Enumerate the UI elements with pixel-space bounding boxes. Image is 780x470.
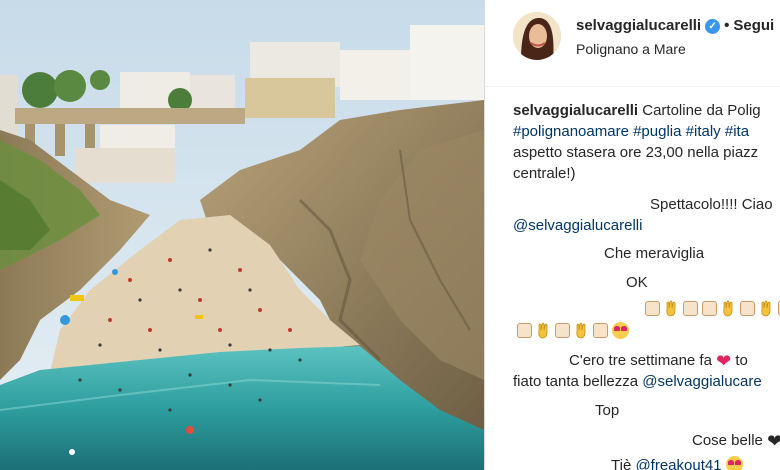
square-emoji-icon <box>645 301 660 316</box>
heart-eyes-icon <box>725 456 743 470</box>
ok-hand-icon <box>761 300 771 317</box>
post-author: selvaggialucarelli ✓ • Segui <box>576 17 774 34</box>
comment: Top <box>595 402 620 419</box>
hashtag-link[interactable]: #italy <box>686 123 721 140</box>
comment: Tiè @freakout41 <box>611 456 743 470</box>
username-link[interactable]: selvaggialucarelli <box>576 17 701 34</box>
comment-text: C'ero tre settimane fa <box>569 352 712 369</box>
comment-text: fiato tanta bellezza <box>513 373 639 390</box>
square-emoji-icon <box>683 301 698 316</box>
mention-link[interactable]: @selvaggialucare <box>642 373 761 390</box>
heart-icon: ❤ <box>716 351 732 371</box>
comment-text: Cose belle <box>692 432 763 449</box>
comment: Cose belle ❤ <box>692 431 780 452</box>
caption-line: aspetto stasera ore 23,00 nella piazz <box>513 144 759 161</box>
comment: Spettacolo!!!! Ciao <box>650 196 773 213</box>
comment-text: Spettacolo!!!! Ciao <box>650 196 773 213</box>
caption-line: centrale!) <box>513 165 576 182</box>
hashtag-link[interactable]: #puglia <box>633 123 681 140</box>
square-emoji-icon <box>593 323 608 338</box>
comment-text: Tiè <box>611 457 632 470</box>
hashtag-link[interactable]: #polignanoamare <box>513 123 629 140</box>
hashtag-link[interactable]: #ita <box>725 123 749 140</box>
follow-button[interactable]: Segui <box>733 17 774 34</box>
mention-link[interactable]: @freakout41 <box>635 457 721 470</box>
comment: Che meraviglia <box>604 245 705 262</box>
square-emoji-icon <box>555 323 570 338</box>
square-emoji-icon <box>740 301 755 316</box>
ok-hand-icon <box>666 300 676 317</box>
heart-eyes-icon <box>612 322 629 339</box>
mention-link[interactable]: @selvaggialucarelli <box>513 217 642 234</box>
caption-username[interactable]: selvaggialucarelli <box>513 102 638 119</box>
comment-text: to <box>731 352 748 369</box>
post-photo[interactable] <box>0 0 484 470</box>
square-emoji-icon <box>702 301 717 316</box>
post-header: selvaggialucarelli ✓ • Segui Polignano a Ma… <box>485 0 780 87</box>
avatar[interactable] <box>513 12 561 60</box>
location-link[interactable]: Polignano a Mare <box>576 41 686 57</box>
separator-dot: • <box>724 17 730 34</box>
heart-icon: ❤ <box>767 431 780 451</box>
verified-badge-icon: ✓ <box>705 19 721 34</box>
caption-text: Cartoline da Polig <box>642 102 761 119</box>
comment: C'ero tre settimane fa ❤ to <box>569 351 748 372</box>
ok-hand-icon <box>723 300 733 317</box>
ok-hand-icon <box>576 322 586 339</box>
comment-emoji-row <box>645 300 780 318</box>
comment-mention: @selvaggialucarelli <box>513 217 642 234</box>
post-sidebar: selvaggialucarelli ✓ • Segui Polignano a Ma… <box>485 0 780 470</box>
comment-emoji-row <box>517 322 629 340</box>
caption: selvaggialucarelli Cartoline da Polig #p… <box>513 100 780 184</box>
comment: fiato tanta bellezza @selvaggialucare <box>513 373 762 390</box>
comment: OK <box>626 274 648 291</box>
ok-hand-icon <box>538 322 548 339</box>
square-emoji-icon <box>517 323 532 338</box>
